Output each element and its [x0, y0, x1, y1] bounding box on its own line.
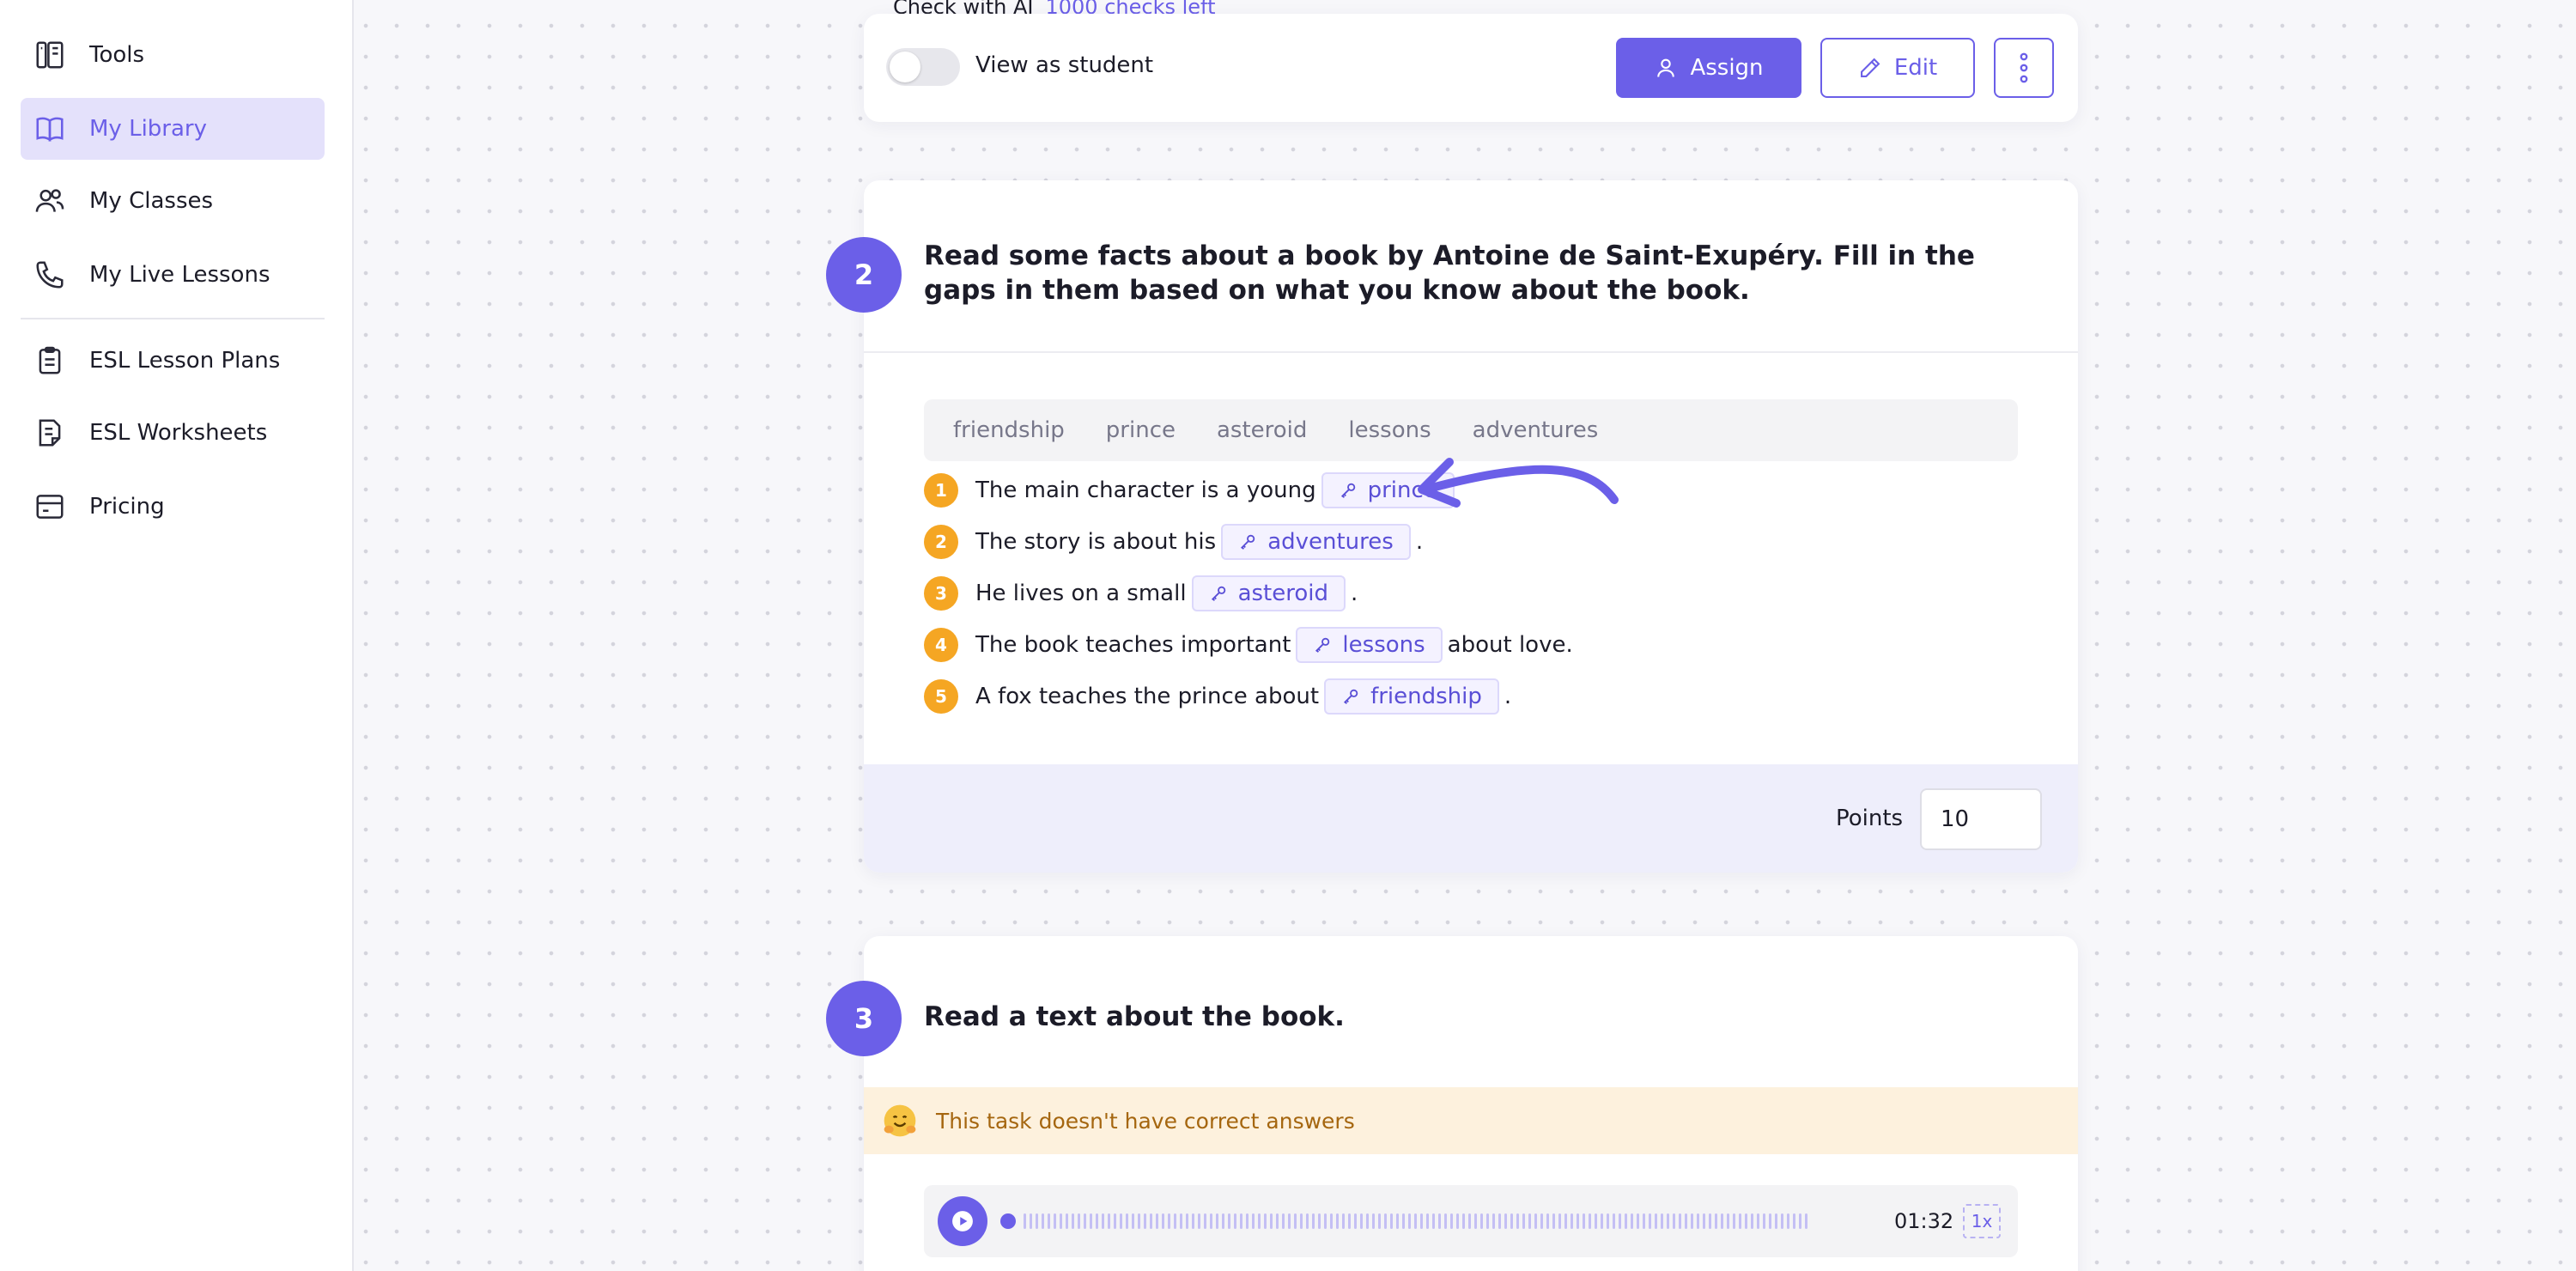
toggle-knob — [890, 52, 920, 82]
task-number-badge: 3 — [826, 981, 902, 1056]
no-correct-answers-notice: This task doesn't have correct answers — [864, 1087, 2078, 1154]
points-input[interactable]: 10 — [1920, 788, 2042, 850]
answer-gap[interactable]: adventures — [1221, 524, 1411, 560]
audio-time: 01:32 — [1894, 1209, 1954, 1233]
answer-text: adventures — [1267, 529, 1394, 555]
annotation-arrow-icon — [1418, 458, 1619, 508]
sidebar-item-label: Pricing — [89, 494, 165, 520]
points-label: Points — [1836, 806, 1904, 831]
view-as-student-label: View as student — [975, 52, 1154, 78]
sidebar-item-my-library[interactable]: My Library — [21, 98, 325, 160]
clipboard-icon — [33, 344, 67, 378]
key-icon — [1344, 689, 1358, 704]
more-options-button[interactable] — [1994, 38, 2054, 98]
sidebar-item-tools[interactable]: Tools — [21, 24, 325, 86]
question-text: The story is about his — [975, 529, 1217, 555]
question-text: The main character is a young — [975, 477, 1316, 503]
question-text: The book teaches important — [975, 632, 1291, 658]
phone-icon — [33, 258, 67, 292]
question-text-after: . — [1504, 684, 1512, 709]
word-bank-item: friendship — [953, 417, 1065, 443]
sidebar-divider — [21, 318, 325, 319]
edit-button[interactable]: Edit — [1820, 38, 1975, 98]
task-3-title: Read a text about the book. — [924, 1001, 1345, 1032]
question-text: He lives on a small — [975, 581, 1187, 606]
sidebar-item-label: My Classes — [89, 188, 214, 214]
question-row: 5 A fox teaches the prince about friends… — [924, 677, 1511, 716]
sidebar-item-my-classes[interactable]: My Classes — [21, 170, 325, 232]
answer-gap[interactable]: lessons — [1296, 627, 1443, 663]
question-row: 1 The main character is a young prince — [924, 471, 1460, 510]
more-vertical-icon — [2020, 52, 2028, 83]
question-number: 1 — [924, 473, 958, 508]
question-number: 5 — [924, 679, 958, 714]
sidebar-item-label: ESL Lesson Plans — [89, 348, 281, 374]
task-number-badge: 2 — [826, 237, 902, 313]
question-row: 2 The story is about his adventures . — [924, 522, 1423, 562]
assign-button[interactable]: Assign — [1616, 38, 1801, 98]
audio-waveform[interactable] — [999, 1202, 1947, 1240]
edit-label: Edit — [1893, 55, 1938, 81]
answer-gap[interactable]: asteroid — [1191, 575, 1346, 611]
sidebar-item-label: My Live Lessons — [89, 262, 270, 288]
audio-player: 01:32 1x — [924, 1185, 2018, 1257]
question-text: A fox teaches the prince about — [975, 684, 1320, 709]
tools-icon — [33, 38, 67, 72]
question-number: 4 — [924, 628, 958, 662]
word-bank-item: asteroid — [1216, 417, 1308, 443]
answer-gap[interactable]: friendship — [1324, 678, 1499, 715]
task-2-title: Read some facts about a book by Antoine … — [924, 240, 1975, 306]
assign-label: Assign — [1690, 55, 1764, 81]
view-as-student-toggle[interactable] — [886, 48, 960, 86]
word-bank-item: prince — [1105, 417, 1176, 443]
worksheet-icon — [33, 416, 67, 450]
question-text-after: about love. — [1447, 632, 1573, 658]
playback-speed-button[interactable]: 1x — [1963, 1204, 2001, 1238]
person-icon — [1657, 58, 1675, 77]
sidebar-item-label: Tools — [89, 42, 145, 68]
sidebar-item-esl-worksheets[interactable]: ESL Worksheets — [21, 402, 325, 464]
question-row: 3 He lives on a small asteroid . — [924, 574, 1358, 613]
answer-text: friendship — [1370, 684, 1482, 709]
audio-progress-handle[interactable] — [1000, 1213, 1016, 1229]
question-row: 4 The book teaches important lessons abo… — [924, 625, 1573, 665]
sidebar-item-pricing[interactable]: Pricing — [21, 476, 325, 538]
play-icon — [952, 1211, 973, 1231]
hugging-face-icon — [884, 1104, 916, 1137]
question-number: 2 — [924, 525, 958, 559]
book-icon — [33, 112, 67, 146]
task-divider — [864, 351, 2078, 353]
users-icon — [33, 184, 67, 218]
sidebar-item-label: My Library — [89, 116, 207, 142]
key-icon — [1315, 637, 1330, 653]
answer-text: asteroid — [1237, 581, 1328, 606]
sidebar-item-esl-lesson-plans[interactable]: ESL Lesson Plans — [21, 330, 325, 392]
sidebar-item-label: ESL Worksheets — [89, 420, 268, 446]
key-icon — [1211, 586, 1225, 601]
key-icon — [1340, 483, 1355, 498]
sidebar-item-my-live-lessons[interactable]: My Live Lessons — [21, 244, 325, 306]
pencil-icon — [1860, 58, 1880, 77]
answer-text: lessons — [1342, 632, 1425, 658]
question-text-after: . — [1350, 581, 1358, 606]
play-button[interactable] — [938, 1196, 987, 1246]
sidebar: Tools My Library My Classes My Live Less… — [0, 0, 354, 1271]
question-number: 3 — [924, 576, 958, 611]
key-icon — [1241, 534, 1255, 550]
question-text-after: . — [1415, 529, 1424, 555]
notice-text: This task doesn't have correct answers — [936, 1108, 1355, 1134]
card-icon — [33, 490, 67, 524]
